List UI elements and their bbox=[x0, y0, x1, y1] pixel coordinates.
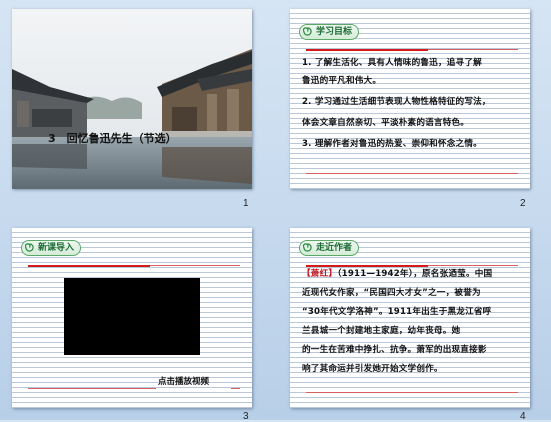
slide-number-1: 1 bbox=[243, 198, 249, 209]
author-name-tag: 【萧红】 bbox=[302, 269, 338, 279]
water-town-photo bbox=[12, 9, 252, 189]
body-line-first: 【萧红】（1911—1942年），原名张迺莹。中国 bbox=[302, 266, 492, 284]
footer-divider bbox=[306, 392, 518, 393]
video-underline bbox=[28, 388, 156, 389]
section-badge: 新课导入 bbox=[21, 240, 82, 256]
body-line: 2. 学习通过生活细节表现人物性格特征的写法， bbox=[302, 97, 491, 107]
badge-label: 新课导入 bbox=[38, 243, 75, 253]
header-divider bbox=[28, 265, 150, 267]
body-line: 响了其命运并引发她开始文学创作。 bbox=[302, 364, 443, 374]
body-line: 3. 理解作者对鲁迅的热爱、崇仰和怀念之情。 bbox=[302, 139, 482, 149]
footer-divider bbox=[306, 173, 518, 174]
swirl-icon bbox=[303, 243, 312, 252]
body-line: 鲁迅的平凡和伟大。 bbox=[302, 76, 382, 86]
section-badge: 学习目标 bbox=[299, 24, 360, 40]
slide-thumbnail-1[interactable]: 3 回忆鲁迅先生（节选） bbox=[12, 9, 252, 189]
body-line: 体会文章自然亲切、平淡朴素的语言特色。 bbox=[302, 118, 470, 128]
author-dates: （1911—1942年），原名张迺莹。中国 bbox=[337, 269, 493, 279]
video-underline-right bbox=[231, 388, 240, 389]
badge-label: 走近作者 bbox=[316, 243, 353, 253]
slide-number-4: 4 bbox=[520, 411, 526, 422]
slide-number-2: 2 bbox=[520, 198, 526, 209]
body-line: 1. 了解生活化、具有人情味的鲁迅，追寻了解 bbox=[302, 58, 482, 68]
slide-thumbnail-4[interactable]: 走近作者 【萧红】（1911—1942年），原名张迺莹。中国 近现代女作家，“民… bbox=[290, 228, 530, 408]
section-badge: 走近作者 bbox=[299, 240, 360, 256]
swirl-icon bbox=[303, 27, 312, 36]
slide-number-3: 3 bbox=[243, 411, 249, 422]
slide-title-caption: 3 回忆鲁迅先生（节选） bbox=[48, 132, 177, 145]
header-divider-thin bbox=[150, 265, 240, 266]
body-line: 兰县城一个封建地主家庭，幼年丧母。她 bbox=[302, 326, 461, 336]
body-line: 的一生在苦难中挣扎、抗争。萧军的出现直接影 bbox=[302, 345, 487, 355]
header-divider-thin bbox=[428, 49, 518, 50]
header-divider bbox=[306, 49, 428, 51]
body-line: “30年代文学洛神”。1911年出生于黑龙江省呼 bbox=[302, 307, 492, 317]
video-player[interactable] bbox=[64, 278, 200, 355]
body-line: 近现代女作家，“民国四大才女”之一，被誉为 bbox=[302, 288, 481, 298]
badge-label: 学习目标 bbox=[316, 27, 353, 37]
play-video-link[interactable]: 点击播放视频 bbox=[158, 375, 209, 387]
swirl-icon bbox=[25, 243, 34, 252]
slide-thumbnail-3[interactable]: 新课导入 点击播放视频 bbox=[12, 228, 252, 408]
slide-thumbnail-2[interactable]: 学习目标 1. 了解生活化、具有人情味的鲁迅，追寻了解 鲁迅的平凡和伟大。 2.… bbox=[290, 9, 530, 189]
